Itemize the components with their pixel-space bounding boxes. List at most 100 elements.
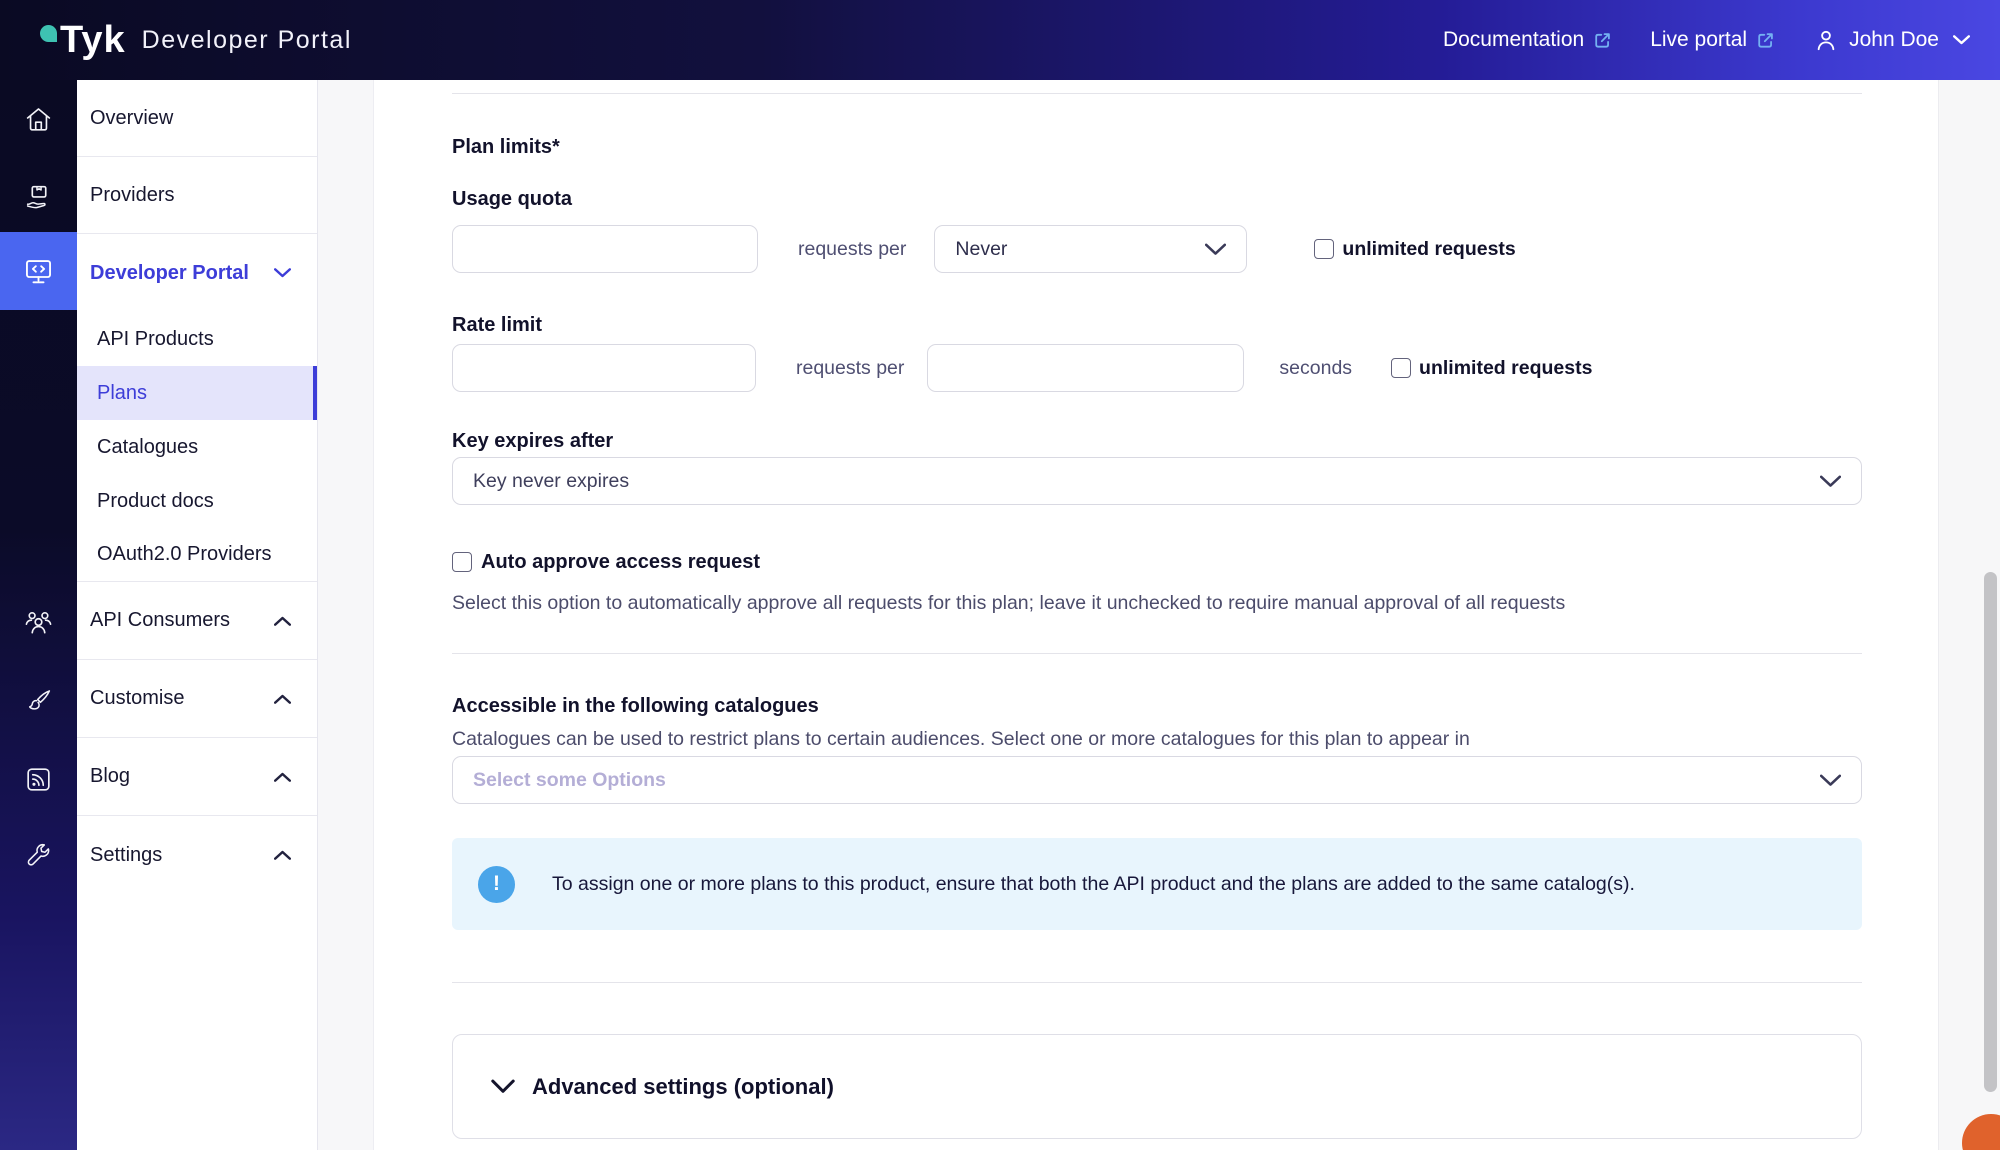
info-banner-text: To assign one or more plans to this prod…	[552, 873, 1635, 896]
sidebar-item-providers[interactable]: Providers	[77, 157, 317, 234]
sidebar-item-developer-portal[interactable]: Developer Portal	[77, 234, 317, 312]
rail-item-developer-portal[interactable]	[0, 232, 77, 310]
top-header: Tyk Developer Portal Documentation Live …	[0, 0, 2000, 80]
documentation-link-label: Documentation	[1443, 28, 1584, 52]
chevron-down-icon	[274, 268, 291, 278]
sidebar-item-label: Blog	[90, 765, 130, 788]
sidebar-item-label: Settings	[90, 844, 162, 867]
sidebar-item-catalogues[interactable]: Catalogues	[77, 420, 317, 474]
usage-quota-row: requests per Never unlimited requests	[452, 225, 1862, 273]
live-portal-link[interactable]: Live portal	[1650, 28, 1775, 52]
external-link-icon	[1593, 31, 1612, 50]
auto-approve-checkbox[interactable]	[452, 552, 472, 572]
section-divider	[452, 982, 1862, 983]
sidebar-item-api-products[interactable]: API Products	[77, 312, 317, 366]
sidebar-item-blog[interactable]: Blog	[77, 738, 317, 816]
rail-item-blog[interactable]	[0, 740, 77, 818]
app-window: Tyk Developer Portal Documentation Live …	[0, 0, 2000, 1150]
sidebar-item-api-consumers[interactable]: API Consumers	[77, 582, 317, 660]
catalogues-multiselect[interactable]: Select some Options	[452, 756, 1862, 804]
product-title: Developer Portal	[142, 26, 352, 55]
sidebar-item-label: Developer Portal	[90, 262, 249, 285]
chevron-up-icon	[274, 772, 291, 782]
users-group-icon	[22, 606, 55, 639]
seconds-label: seconds	[1279, 357, 1352, 380]
rail-item-settings[interactable]	[0, 817, 77, 895]
advanced-settings-toggle[interactable]: Advanced settings (optional)	[452, 1034, 1862, 1139]
rate-limit-input[interactable]	[452, 344, 756, 392]
chevron-down-icon	[1953, 35, 1970, 45]
rate-limit-row: requests per seconds unlimited requests	[452, 344, 1862, 392]
header-actions: Documentation Live portal John Doe	[1443, 27, 1970, 53]
external-link-icon	[1756, 31, 1775, 50]
sidebar-item-label: OAuth2.0 Providers	[97, 543, 272, 566]
sidebar-item-label: Plans	[97, 382, 147, 405]
brand-name: Tyk	[60, 19, 126, 61]
quota-period-value: Never	[955, 238, 1007, 261]
live-portal-link-label: Live portal	[1650, 28, 1747, 52]
rate-unlimited-label: unlimited requests	[1419, 357, 1592, 380]
sidebar-item-label: Overview	[90, 107, 173, 130]
chevron-down-icon	[1820, 774, 1841, 787]
auto-approve-label: Auto approve access request	[481, 551, 760, 574]
content-left-gutter	[318, 80, 374, 1150]
tyk-logo: Tyk	[40, 19, 126, 61]
quota-period-select[interactable]: Never	[934, 225, 1247, 273]
chevron-up-icon	[274, 694, 291, 704]
rate-limit-label: Rate limit	[452, 314, 542, 337]
chevron-down-icon	[491, 1079, 515, 1094]
sidebar-item-oauth2-providers[interactable]: OAuth2.0 Providers	[77, 528, 317, 582]
sidebar-item-label: Customise	[90, 687, 184, 710]
quota-unlimited-label: unlimited requests	[1342, 238, 1515, 261]
paintbrush-icon	[23, 686, 54, 717]
sidebar-icon-rail	[0, 80, 77, 1150]
sidebar-item-plans[interactable]: Plans	[77, 366, 317, 420]
catalogues-placeholder: Select some Options	[473, 769, 666, 792]
chevron-up-icon	[274, 616, 291, 626]
auto-approve-row: Auto approve access request	[452, 550, 760, 574]
sidebar-menu: Overview Providers Developer Portal API …	[77, 80, 318, 1150]
key-expires-value: Key never expires	[473, 470, 629, 493]
scrollbar-thumb[interactable]	[1984, 572, 1997, 1092]
providers-icon	[23, 182, 54, 213]
requests-per-label: requests per	[796, 357, 904, 380]
user-menu[interactable]: John Doe	[1813, 27, 1970, 53]
key-expires-label: Key expires after	[452, 430, 613, 453]
sidebar-item-label: Product docs	[97, 490, 214, 513]
wrench-icon	[23, 841, 54, 872]
info-exclamation-icon: !	[478, 866, 515, 903]
sidebar-item-label: API Consumers	[90, 609, 230, 632]
key-expires-select[interactable]: Key never expires	[452, 457, 1862, 505]
quota-unlimited-checkbox[interactable]	[1314, 239, 1334, 259]
sidebar-item-label: Catalogues	[97, 436, 198, 459]
catalogues-heading: Accessible in the following catalogues	[452, 695, 819, 718]
developer-portal-icon	[22, 255, 55, 288]
sidebar-item-product-docs[interactable]: Product docs	[77, 474, 317, 528]
section-divider	[452, 653, 1862, 654]
documentation-link[interactable]: Documentation	[1443, 28, 1612, 52]
sidebar-item-settings[interactable]: Settings	[77, 816, 317, 894]
sidebar-item-overview[interactable]: Overview	[77, 80, 317, 157]
usage-quota-input[interactable]	[452, 225, 758, 273]
scrollbar-gutter	[1938, 80, 2000, 1150]
rate-unlimited-checkbox[interactable]	[1391, 358, 1411, 378]
brand[interactable]: Tyk Developer Portal	[40, 19, 352, 61]
requests-per-label: requests per	[798, 238, 906, 261]
user-name: John Doe	[1849, 28, 1939, 52]
sidebar-item-customise[interactable]: Customise	[77, 660, 317, 738]
info-banner: ! To assign one or more plans to this pr…	[452, 838, 1862, 930]
rss-blog-icon	[23, 764, 54, 795]
rail-item-providers[interactable]	[0, 158, 77, 236]
advanced-settings-label: Advanced settings (optional)	[532, 1074, 834, 1100]
rail-item-customise[interactable]	[0, 662, 77, 740]
rate-limit-per-input[interactable]	[927, 344, 1244, 392]
rail-item-api-consumers[interactable]	[0, 583, 77, 661]
chevron-down-icon	[1205, 243, 1226, 256]
auto-approve-description: Select this option to automatically appr…	[452, 592, 1862, 615]
rail-item-overview[interactable]	[0, 80, 77, 158]
chevron-down-icon	[1820, 475, 1841, 488]
tyk-leaf-icon	[40, 25, 57, 42]
home-icon	[23, 104, 54, 135]
catalogues-description: Catalogues can be used to restrict plans…	[452, 728, 1862, 751]
user-icon	[1813, 27, 1839, 53]
